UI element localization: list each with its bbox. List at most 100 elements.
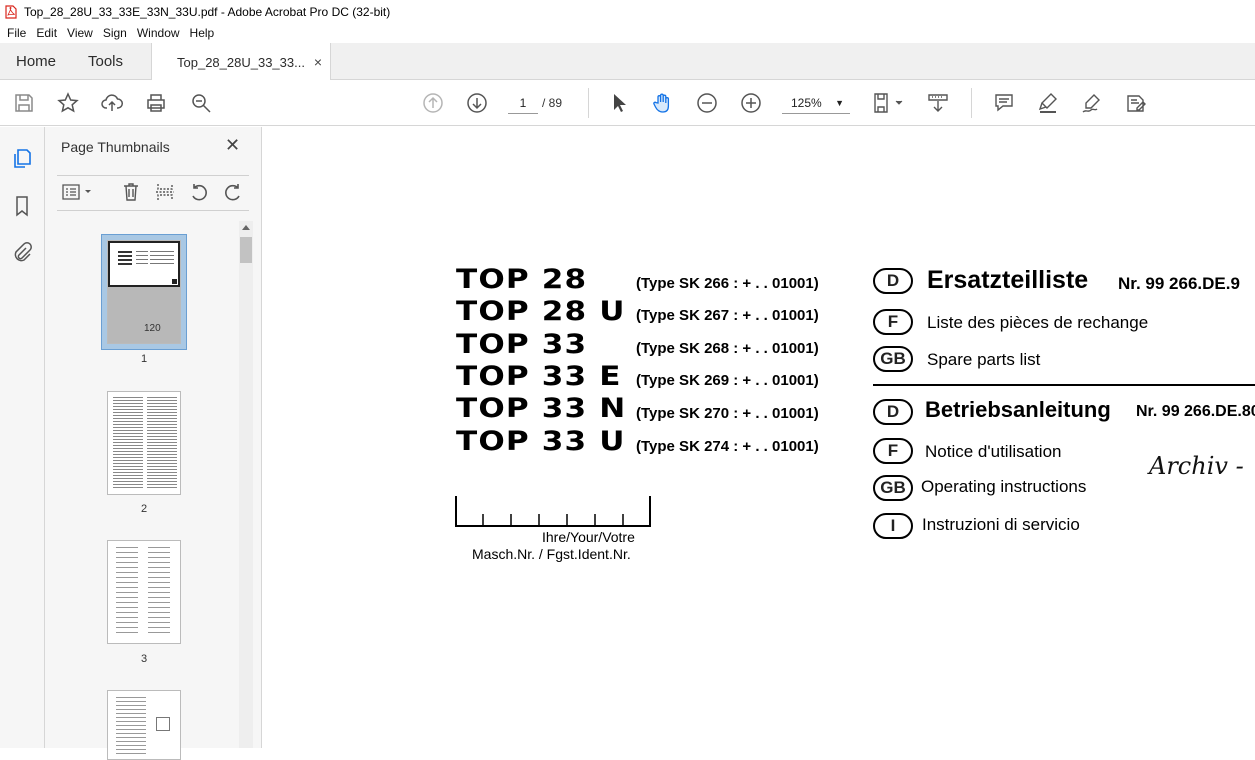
- scroll-mode-icon[interactable]: [926, 91, 950, 115]
- select-arrow-icon[interactable]: [607, 91, 631, 115]
- thumbnail-page-2[interactable]: [107, 391, 181, 495]
- thumbnail-page-4[interactable]: [107, 690, 181, 760]
- tab-bar: Home Tools Top_28_28U_33_33... ×: [0, 43, 1255, 81]
- ident-number-box: [455, 496, 651, 527]
- attachment-icon[interactable]: [10, 240, 34, 264]
- thumbnail-text-block: [113, 397, 143, 489]
- window-title: Top_28_28U_33_33E_33N_33U.pdf - Adobe Ac…: [24, 4, 391, 19]
- save-icon[interactable]: [12, 91, 36, 115]
- comment-icon[interactable]: [992, 91, 1016, 115]
- tab-document[interactable]: Top_28_28U_33_33... ×: [151, 43, 331, 81]
- highlight-icon[interactable]: [1036, 91, 1060, 115]
- manual-heading: Betriebsanleitung: [925, 397, 1111, 422]
- sign-icon[interactable]: [1080, 91, 1104, 115]
- thumbnail-scrollbar[interactable]: [239, 221, 253, 748]
- thumbnail-text-block: [116, 547, 138, 637]
- rotate-right-icon[interactable]: [221, 180, 245, 204]
- thumbnail-text-block: [118, 251, 132, 267]
- parts-list-heading: Ersatzteilliste: [927, 266, 1089, 294]
- zoom-out-icon[interactable]: [695, 91, 719, 115]
- thumbnail-toolbar: [57, 175, 249, 211]
- page-down-icon[interactable]: [465, 91, 489, 115]
- language-badge-i: I: [873, 513, 913, 539]
- ident-label: Ihre/Your/Votre: [542, 529, 635, 545]
- parts-list-fr: Liste des pièces de rechange: [927, 313, 1149, 332]
- menu-view[interactable]: View: [62, 26, 98, 40]
- toolbar-divider: [971, 88, 972, 118]
- menu-bar: File Edit View Sign Window Help: [0, 23, 1255, 43]
- pages-icon[interactable]: [10, 147, 34, 171]
- extract-pages-icon[interactable]: [153, 180, 177, 204]
- delete-icon[interactable]: [119, 180, 143, 204]
- title-bar: Top_28_28U_33_33E_33N_33U.pdf - Adobe Ac…: [0, 0, 1255, 23]
- zoom-in-icon[interactable]: [739, 91, 763, 115]
- bookmark-icon[interactable]: [10, 194, 34, 218]
- thumbnail-options-icon[interactable]: [61, 180, 93, 204]
- thumbnail-page-1-cover: [108, 241, 180, 287]
- menu-file[interactable]: File: [2, 26, 31, 40]
- left-rail: [0, 127, 45, 748]
- acrobat-pdf-icon: [4, 4, 18, 19]
- chevron-down-icon: ▼: [835, 98, 844, 108]
- language-badge-gb: GB: [873, 475, 913, 501]
- thumbnail-page-number: 2: [140, 503, 148, 515]
- thumbnail-page-number: 3: [140, 653, 148, 665]
- page-number-input[interactable]: 1: [508, 92, 538, 114]
- thumbnail-corner-mark: [172, 279, 177, 284]
- type-number: (Type SK 266 : + . . 01001): [636, 275, 819, 292]
- manual-number: Nr. 99 266.DE.80: [1136, 403, 1255, 420]
- manual-en: Operating instructions: [921, 477, 1087, 496]
- thumbnail-text-block: [136, 251, 148, 267]
- zoom-select[interactable]: 125% ▼: [782, 92, 850, 114]
- thumbnail-page-number: 1: [140, 353, 148, 365]
- manual-it: Instruzioni di servicio: [922, 515, 1080, 534]
- search-icon[interactable]: [189, 91, 213, 115]
- menu-edit[interactable]: Edit: [31, 26, 62, 40]
- tab-home[interactable]: Home: [16, 43, 56, 80]
- close-tab-icon[interactable]: ×: [314, 54, 322, 70]
- section-divider: [873, 384, 1255, 386]
- language-badge-d: D: [873, 268, 913, 294]
- model-name: TOP 33: [456, 329, 588, 360]
- model-name: TOP 33 N: [456, 393, 627, 424]
- parts-list-number: Nr. 99 266.DE.9: [1118, 274, 1240, 293]
- toolbar: 1 / 89 125% ▼: [0, 80, 1255, 126]
- menu-window[interactable]: Window: [132, 26, 185, 40]
- type-number: (Type SK 268 : + . . 01001): [636, 340, 819, 357]
- scroll-up-icon[interactable]: [242, 225, 250, 230]
- thumbnail-text-block: [148, 547, 170, 637]
- type-number: (Type SK 270 : + . . 01001): [636, 405, 819, 422]
- type-number: (Type SK 274 : + . . 01001): [636, 438, 819, 455]
- type-number: (Type SK 269 : + . . 01001): [636, 372, 819, 389]
- language-badge-gb: GB: [873, 346, 913, 372]
- thumbnail-logo: 120: [144, 323, 161, 334]
- type-number: (Type SK 267 : + . . 01001): [636, 307, 819, 324]
- hand-tool-icon[interactable]: [651, 91, 675, 115]
- page-total: / 89: [542, 96, 563, 110]
- zoom-value: 125%: [791, 96, 822, 110]
- thumbnail-figure: [156, 717, 170, 731]
- close-icon[interactable]: ✕: [225, 135, 240, 156]
- ident-label: Masch.Nr. / Fgst.Ident.Nr.: [472, 546, 631, 562]
- print-icon[interactable]: [144, 91, 168, 115]
- thumbnail-text-block: [150, 251, 174, 267]
- upload-cloud-icon[interactable]: [100, 91, 124, 115]
- language-badge-f: F: [873, 438, 913, 464]
- rotate-left-icon[interactable]: [187, 180, 211, 204]
- page-up-icon[interactable]: [421, 91, 445, 115]
- thumbnail-page-3[interactable]: [107, 540, 181, 644]
- page-fit-icon[interactable]: [872, 91, 906, 115]
- tab-tools[interactable]: Tools: [88, 43, 123, 80]
- document-view[interactable]: TOP 28 TOP 28 U TOP 33 TOP 33 E TOP 33 N…: [263, 127, 1255, 748]
- menu-help[interactable]: Help: [185, 26, 220, 40]
- thumbnail-page-1[interactable]: 120: [107, 240, 181, 344]
- fill-sign-icon[interactable]: [1124, 91, 1148, 115]
- thumbnail-text-block: [147, 397, 177, 489]
- toolbar-divider: [588, 88, 589, 118]
- handwritten-note: Archiv -: [1149, 452, 1244, 480]
- tab-document-label: Top_28_28U_33_33...: [177, 54, 305, 70]
- bookmark-star-icon[interactable]: [56, 91, 80, 115]
- scrollbar-handle[interactable]: [240, 237, 252, 263]
- model-name: TOP 33 E: [456, 361, 622, 392]
- menu-sign[interactable]: Sign: [98, 26, 132, 40]
